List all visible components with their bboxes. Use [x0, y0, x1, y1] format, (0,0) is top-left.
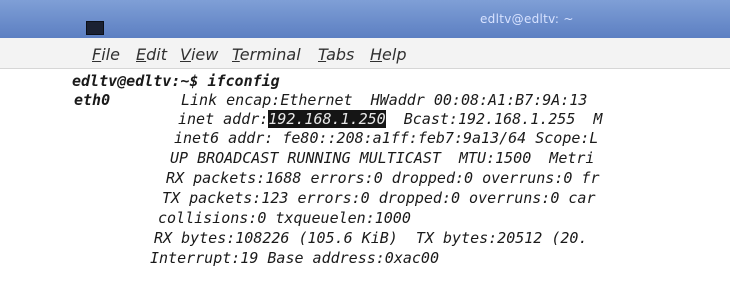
shell-prompt: edltv@edltv:~$ ifconfig [72, 72, 280, 90]
window-menu-icon[interactable] [86, 21, 104, 35]
interrupt-line: Interrupt:19 Base address:0xac00 [150, 249, 439, 267]
link-encap-line: Link encap:Ethernet HWaddr 00:08:A1:B7:9… [181, 91, 588, 109]
window-title: edltv@edltv: ~ [480, 12, 574, 26]
title-bar: edltv@edltv: ~ [0, 0, 730, 38]
bytes-line: RX bytes:108226 (105.6 KiB) TX bytes:205… [154, 229, 588, 247]
menu-file[interactable]: File [92, 45, 120, 64]
menu-terminal[interactable]: Terminal [232, 45, 301, 64]
menu-help[interactable]: Help [370, 45, 406, 64]
menu-edit[interactable]: Edit [136, 45, 167, 64]
flags-line: UP BROADCAST RUNNING MULTICAST MTU:1500 … [170, 149, 595, 167]
terminal-window: edltv@edltv: ~ File Edit View Terminal T… [0, 0, 730, 307]
inet-addr-label: inet addr: [178, 110, 269, 128]
tx-packets-line: TX packets:123 errors:0 dropped:0 overru… [162, 189, 596, 207]
inet6-addr-line: inet6 addr: fe80::208:a1ff:feb7:9a13/64 … [174, 129, 599, 147]
terminal-output[interactable]: edltv@edltv:~$ ifconfig eth0 Link encap:… [0, 69, 730, 307]
rx-packets-line: RX packets:1688 errors:0 dropped:0 overr… [166, 169, 600, 187]
bcast-text: Bcast:192.168.1.255 M [385, 110, 603, 128]
inet-addr-line: inet addr:192.168.1.250 Bcast:192.168.1.… [178, 110, 602, 129]
menu-tabs[interactable]: Tabs [318, 45, 354, 64]
menu-bar: File Edit View Terminal Tabs Help [0, 38, 730, 69]
collisions-line: collisions:0 txqueuelen:1000 [158, 209, 411, 227]
menu-view[interactable]: View [180, 45, 218, 64]
interface-name: eth0 [74, 91, 111, 109]
ip-address-selection[interactable]: 192.168.1.250 [268, 110, 386, 128]
